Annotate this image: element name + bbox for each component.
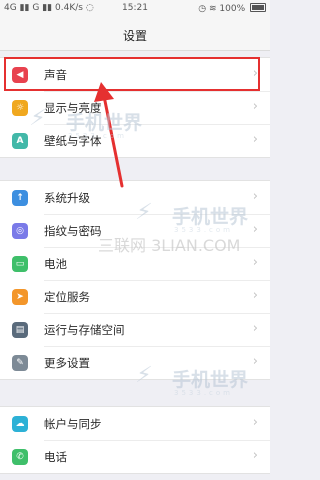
settings-item-label: 定位服务 [44,290,90,304]
watermark-brand-sub-3: 3533.com [174,389,233,397]
settings-item-accounts[interactable]: ☁ 帐户与同步 › [0,407,270,440]
battery-status-icon [250,3,266,12]
settings-item-sound[interactable]: ◀ 声音 › [0,58,270,91]
chevron-right-icon: › [252,415,258,430]
chevron-right-icon: › [252,255,258,270]
watermark-brand: 手机世界 [66,112,143,134]
chevron-right-icon: › [252,99,258,114]
phone-icon: ✆ [12,449,28,465]
watermark-brand-2: 手机世界 [172,206,249,228]
watermark-icon-3: ⚡ [134,363,154,388]
settings-item-location[interactable]: ➤ 定位服务 › [0,280,270,313]
settings-item-label: 电池 [44,257,67,271]
watermark-brand-3: 手机世界 [172,369,249,391]
wifi-icon: ≋ [208,4,217,14]
volume-icon: ◀ [12,67,28,83]
chevron-right-icon: › [252,132,258,147]
settings-item-label: 更多设置 [44,356,90,370]
wallpaper-icon: A [12,133,28,149]
title-bar: 设置 [0,18,270,51]
location-icon: ➤ [12,289,28,305]
settings-item-label: 运行与存储空间 [44,323,125,337]
settings-group-3: ☁ 帐户与同步 › ✆ 电话 › [0,406,270,474]
chevron-right-icon: › [252,288,258,303]
chevron-right-icon: › [252,66,258,81]
settings-item-label: 电话 [44,450,67,464]
storage-icon: ▤ [12,322,28,338]
fingerprint-icon: ◎ [12,223,28,239]
battery-icon: ▭ [12,256,28,272]
chevron-right-icon: › [252,321,258,336]
settings-item-storage[interactable]: ▤ 运行与存储空间 › [0,313,270,346]
settings-item-label: 声音 [44,68,67,82]
settings-item-label: 指纹与密码 [44,224,102,238]
wrench-icon: ✎ [12,355,28,371]
status-right: ◷ ≋ 100% [198,3,266,14]
brightness-icon: ☼ [12,100,28,116]
alarm-icon: ◷ [198,4,207,14]
page-title: 设置 [122,29,147,43]
cloud-sync-icon: ☁ [12,416,28,432]
settings-item-label: 系统升级 [44,191,90,205]
watermark-site: 三联网 3LIAN.COM [98,236,241,255]
watermark-brand-sub: 3533.com [68,132,127,140]
settings-item-phone[interactable]: ✆ 电话 › [0,440,270,473]
battery-percent: 100% [219,4,246,14]
chevron-right-icon: › [252,354,258,369]
chevron-right-icon: › [252,189,258,204]
settings-item-label: 帐户与同步 [44,417,102,431]
chevron-right-icon: › [252,448,258,463]
chevron-right-icon: › [252,222,258,237]
system-update-icon: ↑ [12,190,28,206]
status-bar: 4G ▮▮ G ▮▮ 0.4K/s ◌ 15:21 ◷ ≋ 100% [0,0,270,18]
